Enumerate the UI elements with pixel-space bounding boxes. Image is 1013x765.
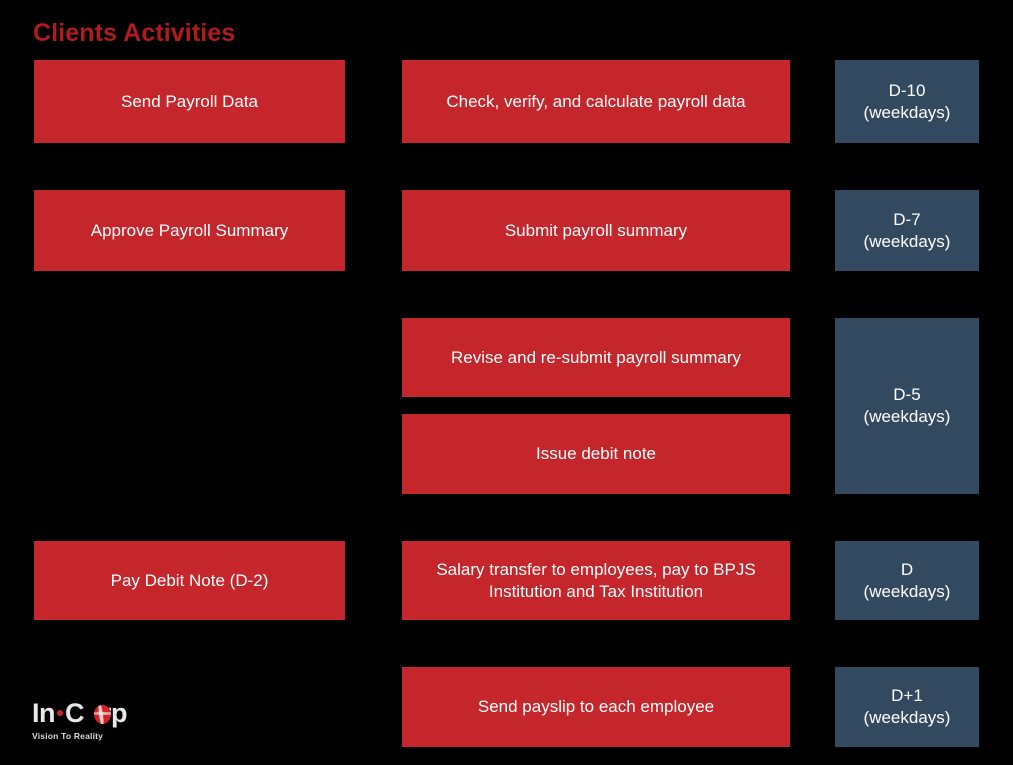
logo-prefix: In [32, 698, 56, 728]
logo-tagline: Vision To Reality [32, 731, 104, 741]
timing-label: D+1 (weekdays) [863, 686, 951, 727]
logo-dot-icon [57, 710, 63, 717]
timing-label: D-7 (weekdays) [863, 209, 951, 251]
client-activity-box[interactable]: Pay Debit Note (D-2) [34, 541, 345, 620]
logo-wordmark: In Crp [32, 700, 152, 727]
service-activity-label: Issue debit note [535, 444, 657, 464]
service-activity-label: Salary transfer to employees, pay to BPJ… [436, 559, 756, 601]
timing-label: D-10 (weekdays) [863, 80, 951, 122]
timing-label: D (weekdays) [863, 559, 951, 601]
logo-mid: C [65, 698, 85, 728]
service-activity-box[interactable]: Salary transfer to employees, pay to BPJ… [402, 541, 790, 620]
timing-label: D-5 (weekdays) [863, 385, 951, 426]
timing-box[interactable]: D+1 (weekdays) [835, 667, 979, 747]
timing-box[interactable]: D-5 (weekdays) [835, 318, 979, 494]
incorp-logo: In Crp Vision To Reality [32, 700, 152, 748]
service-activity-box[interactable]: Submit payroll summary [402, 190, 790, 271]
timing-box[interactable]: D-10 (weekdays) [835, 60, 979, 143]
timing-box[interactable]: D-7 (weekdays) [835, 190, 979, 271]
slide-canvas: Clients Activities Send Payroll Data Che… [0, 0, 1013, 765]
client-activity-label: Approve Payroll Summary [90, 220, 289, 240]
service-activity-label: Revise and re-submit payroll summary [450, 347, 742, 367]
client-activity-box[interactable]: Send Payroll Data [34, 60, 345, 143]
service-activity-box[interactable]: Revise and re-submit payroll summary [402, 318, 790, 397]
page-title: Clients Activities [33, 19, 236, 47]
client-activity-label: Send Payroll Data [120, 91, 259, 111]
service-activity-box[interactable]: Check, verify, and calculate payroll dat… [402, 60, 790, 143]
service-activity-box[interactable]: Issue debit note [402, 414, 790, 494]
client-activity-label: Pay Debit Note (D-2) [110, 570, 269, 590]
timing-box[interactable]: D (weekdays) [835, 541, 979, 620]
service-activity-label: Submit payroll summary [504, 220, 688, 240]
service-activity-label: Send payslip to each employee [477, 697, 715, 717]
service-activity-box[interactable]: Send payslip to each employee [402, 667, 790, 747]
service-activity-label: Check, verify, and calculate payroll dat… [446, 91, 746, 111]
client-activity-box[interactable]: Approve Payroll Summary [34, 190, 345, 271]
